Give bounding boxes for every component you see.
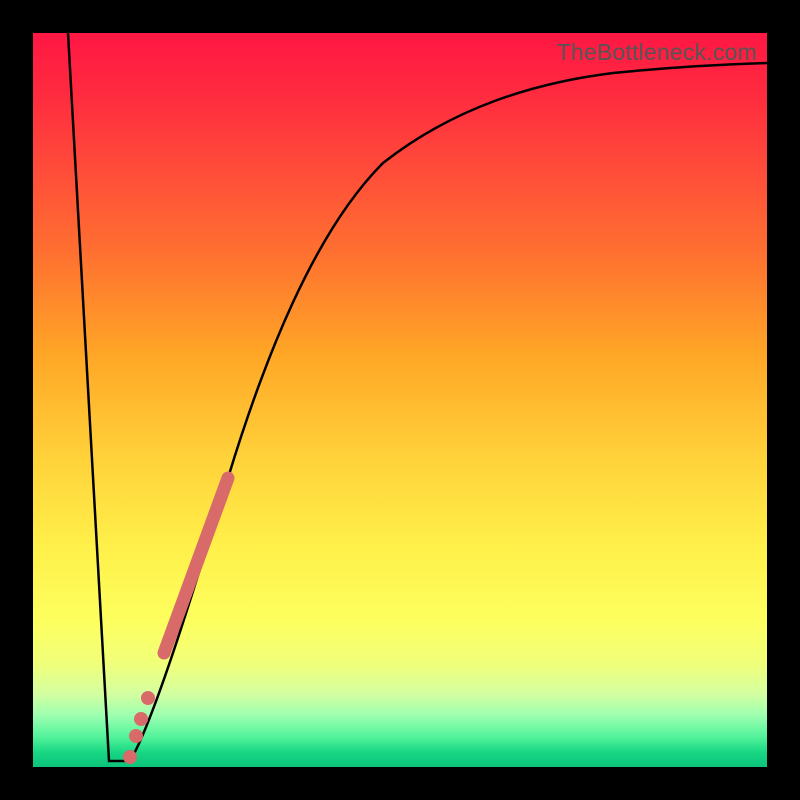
plot-area: TheBottleneck.com <box>33 33 767 767</box>
dot-group <box>123 691 155 764</box>
dot <box>123 750 137 764</box>
line-chart-svg <box>33 33 767 767</box>
chart-frame: TheBottleneck.com <box>0 0 800 800</box>
main-curve <box>68 33 767 761</box>
dot <box>129 729 143 743</box>
highlight-segment <box>164 478 228 653</box>
dot <box>134 712 148 726</box>
dot <box>141 691 155 705</box>
